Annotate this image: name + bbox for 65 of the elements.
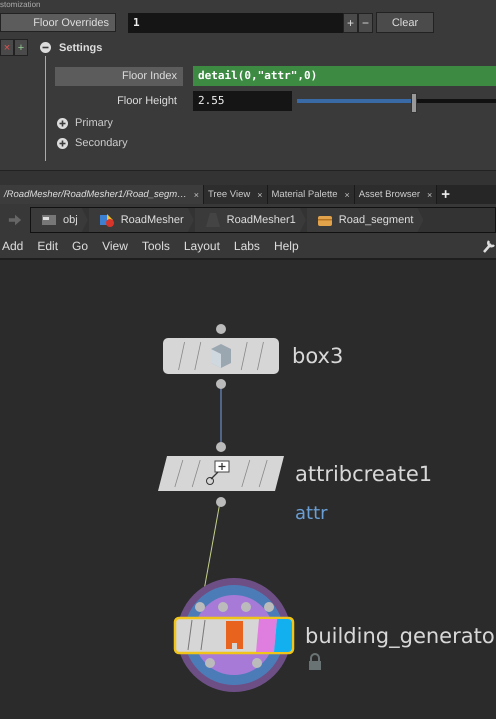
parameter-label: Floor Index [55,66,183,86]
menu-item[interactable]: Go [72,239,88,253]
node-tile[interactable] [174,616,294,654]
connector-dot[interactable] [205,658,215,668]
expand-icon[interactable] [57,138,68,148]
wrench-icon[interactable] [482,238,496,254]
cube-icon [211,344,231,368]
path-segment[interactable]: RoadMesher1 [194,208,306,232]
pane-tab[interactable]: Asset Browser × [354,185,438,204]
folder-title[interactable]: Secondary [75,137,128,149]
tab-label: Asset Browser [358,189,420,200]
folder-title[interactable]: Primary [75,117,113,129]
parameter-label: Floor Overrides [0,13,116,32]
close-tab-button[interactable]: × [344,190,350,200]
attribute-plus-icon [206,460,230,485]
clear-button[interactable]: Clear [376,12,434,33]
connector-dot[interactable] [264,602,274,612]
folder-title: Settings [59,42,102,54]
pane-tab[interactable]: Tree View × [204,185,268,204]
connector-dot[interactable] [216,324,226,334]
parameter-label: Floor Height [116,94,178,108]
node-comment: attr [295,503,328,524]
shapes-icon [98,212,115,228]
connector-dot[interactable] [252,658,262,668]
connector-dot[interactable] [216,497,226,507]
menu-item[interactable]: Add [2,239,24,253]
tab-label: Tree View [208,189,250,200]
expand-icon[interactable] [57,118,68,128]
menu-item[interactable]: Labs [234,239,260,253]
node-name: box3 [292,344,344,368]
path-segment[interactable]: Road_segment [306,208,424,232]
slider-handle[interactable] [411,93,418,113]
close-tab-button[interactable]: × [257,190,262,200]
expression-field[interactable]: detail(0,"attr",0) [193,66,496,86]
menu-item[interactable]: Layout [184,239,220,253]
menu-item[interactable]: Edit [37,239,58,253]
remove-button[interactable]: − [358,12,373,32]
new-tab-button[interactable]: + [441,185,450,204]
path-segment[interactable]: obj [31,208,88,232]
tab-label: Material Palette [272,189,338,200]
menu-item[interactable]: View [102,239,128,253]
tab-label: /RoadMesher/RoadMesher1/Road_segm… [4,189,187,200]
section-title: stomization [0,0,40,9]
menu-item[interactable]: Tools [142,239,170,253]
connector-dot[interactable] [216,379,226,389]
collapse-icon[interactable] [40,42,51,53]
node-tile[interactable] [163,338,279,374]
value-field[interactable]: 2.55 [193,91,292,111]
close-tab-button[interactable]: × [194,190,199,200]
connector-dot[interactable] [218,602,228,612]
add-button[interactable]: + [343,12,358,32]
menu-item[interactable]: Help [274,239,299,253]
insert-instance-button[interactable]: + [14,39,28,56]
path-segment[interactable]: RoadMesher [88,208,194,232]
connector-dot[interactable] [241,602,251,612]
count-field[interactable]: 1 [128,12,343,32]
node-tile[interactable] [158,456,284,491]
node-name: attribcreate1 [295,462,432,486]
pane-tab[interactable]: Material Palette × [268,185,355,204]
connector-dot[interactable] [195,602,205,612]
close-tab-button[interactable]: × [427,190,432,200]
pane-tab[interactable]: /RoadMesher/RoadMesher1/Road_segm… × [0,185,204,204]
node-name: building_generato [305,624,495,648]
connector-dot[interactable] [216,442,226,452]
building-icon [226,621,243,649]
